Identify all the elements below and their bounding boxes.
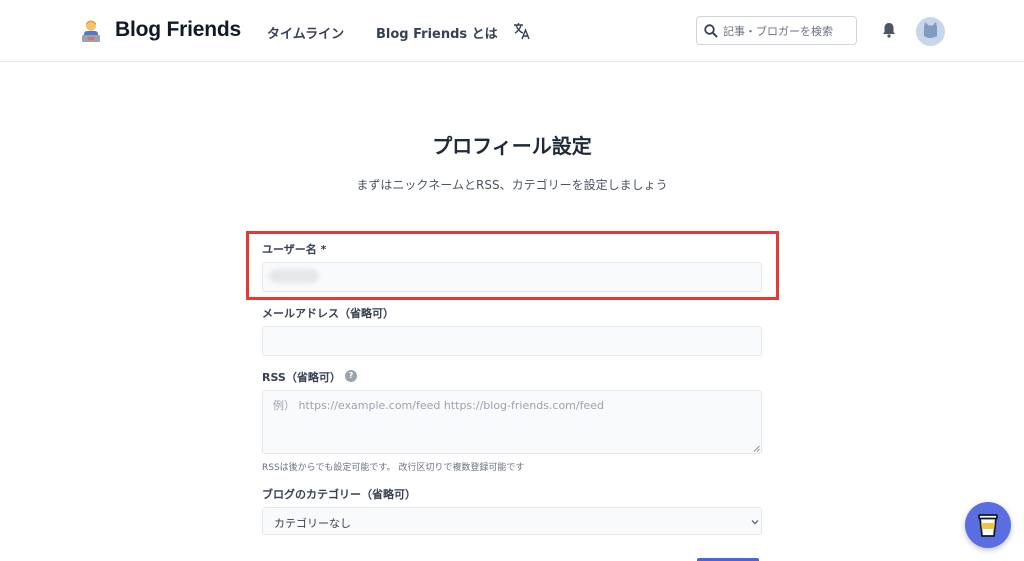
cat-avatar-icon	[924, 22, 937, 38]
nav-timeline[interactable]: タイムライン	[267, 23, 344, 42]
rss-hint: RSSは後からでも設定可能です。 改行区切りで複数登録可能です	[262, 463, 525, 473]
rss-label: RSS（省略可）	[262, 371, 341, 384]
page-subtitle: まずはニックネームとRSS、カテゴリーを設定しましょう	[356, 178, 668, 192]
email-label: メールアドレス（省略可）	[262, 307, 394, 320]
person-laptop-icon[interactable]	[80, 19, 102, 43]
question-circle-icon[interactable]: ?	[345, 370, 357, 382]
brand-name[interactable]: Blog Friends	[115, 18, 241, 42]
resize-handle-icon[interactable]	[753, 445, 760, 452]
top-navbar: Blog Friends タイムライン Blog Friends とは	[0, 0, 1024, 62]
floating-coffee-button[interactable]	[965, 502, 1011, 548]
rss-textarea[interactable]	[262, 390, 762, 454]
search-box[interactable]	[696, 16, 857, 45]
chevron-down-icon	[751, 520, 759, 525]
highlight-box	[246, 231, 779, 300]
page-title: プロフィール設定	[432, 134, 592, 158]
category-select[interactable]: カテゴリーなし	[262, 507, 762, 535]
coffee-cup-icon	[978, 514, 998, 537]
search-icon	[704, 24, 718, 38]
translate-icon[interactable]	[513, 22, 531, 40]
avatar[interactable]	[916, 17, 945, 46]
bell-icon[interactable]	[882, 22, 896, 38]
search-input[interactable]	[723, 21, 851, 41]
category-label: ブログのカテゴリー（省略可）	[262, 488, 416, 501]
nav-about[interactable]: Blog Friends とは	[376, 23, 498, 42]
email-field[interactable]	[262, 326, 762, 356]
category-selected-value: カテゴリーなし	[274, 517, 351, 530]
